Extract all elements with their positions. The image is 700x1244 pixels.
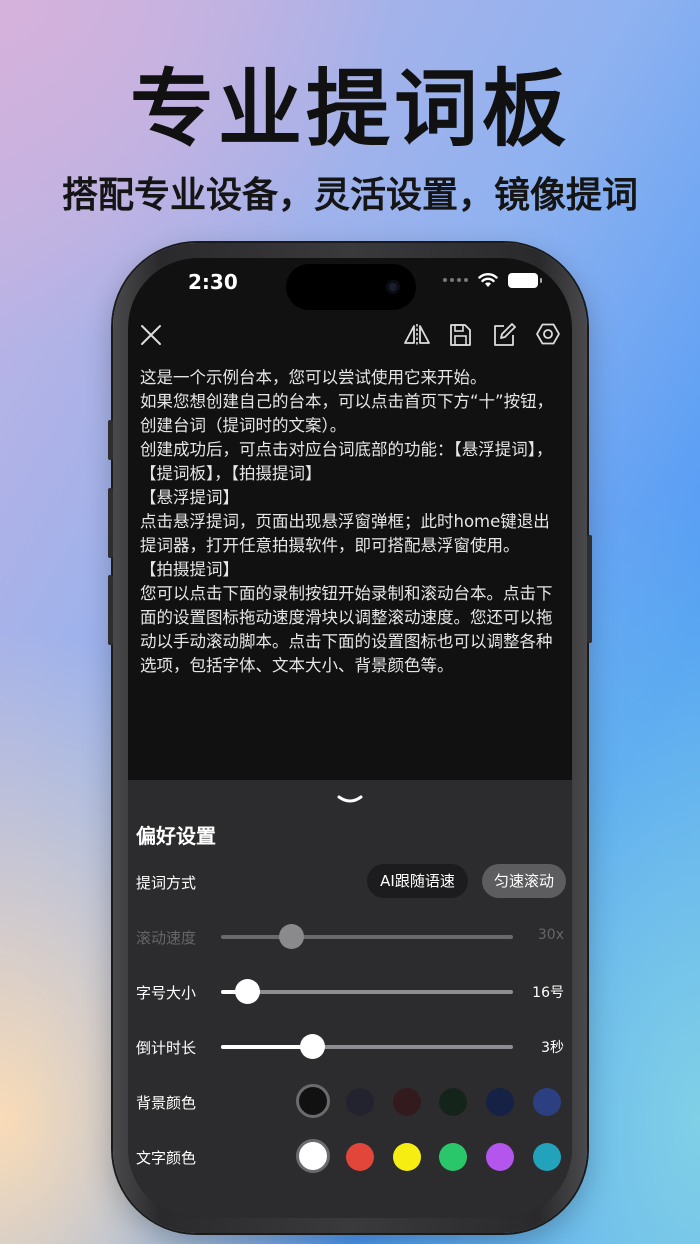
color-swatch[interactable] [533,1088,561,1116]
color-swatch[interactable] [439,1088,468,1116]
battery-icon [508,272,542,288]
countdown-slider[interactable] [221,1034,513,1059]
phone-power-button [587,535,592,643]
color-swatch[interactable] [345,1143,374,1171]
front-camera-icon [386,280,400,294]
speed-value: 30x [537,927,564,943]
color-swatch[interactable] [486,1143,515,1171]
wifi-icon [478,273,498,287]
font-size-value: 16号 [532,985,564,1001]
mode-ai-follow-button[interactable]: AI跟随语速 [367,864,468,898]
background-color-swatches [296,1082,571,1122]
dynamic-island [286,264,416,310]
teleprompter-toolbar [128,320,572,356]
mode-constant-scroll-button[interactable]: 匀速滚动 [482,864,566,898]
speed-slider[interactable] [221,924,513,949]
countdown-slider-fill [221,1045,312,1049]
color-swatch[interactable] [392,1143,421,1171]
background-color-row: 背景颜色 [136,1082,564,1122]
font-size-row: 字号大小 16号 [136,972,564,1012]
promo-headline: 专业提词板 [129,60,570,158]
countdown-value: 3秒 [541,1040,564,1056]
font-size-slider-thumb[interactable] [235,979,261,1004]
color-swatch[interactable] [392,1088,421,1116]
countdown-slider-thumb[interactable] [299,1034,325,1059]
text-color-label: 文字颜色 [136,1149,197,1167]
text-color-swatches [296,1137,571,1177]
close-icon[interactable] [136,320,166,350]
edit-icon[interactable] [489,320,519,350]
color-swatch[interactable] [439,1143,468,1171]
mirror-icon[interactable] [402,320,432,350]
script-paragraph: 点击悬浮提词，页面出现悬浮窗弹框；此时home键退出提词器，打开任意拍摄软件，即… [140,512,550,555]
script-paragraph: 如果您想创建自己的台本，可以点击首页下方“十”按钮，创建台词（提词时的文案）。 [140,392,554,435]
script-paragraph: 【拍摄提词】 [140,560,239,579]
speed-slider-thumb[interactable] [279,924,305,949]
phone-action-button [108,420,113,460]
color-swatch[interactable] [296,1084,330,1118]
mode-label: 提词方式 [136,874,197,892]
signal-icon [443,278,468,282]
phone-screen: 2:30 这是一个示例台本，您可以尝试使用它来开始。 如果您想创建自己的台本，可… [128,258,572,1218]
chevron-down-icon[interactable] [335,792,365,808]
script-paragraph: 【悬浮提词】 [140,488,239,507]
status-time: 2:30 [188,270,238,294]
color-swatch[interactable] [486,1088,515,1116]
promo-subline: 搭配专业设备，灵活设置，镜像提词 [61,175,638,216]
font-size-label: 字号大小 [136,984,197,1002]
phone-volume-down-button [108,575,113,645]
font-size-slider[interactable] [221,979,513,1004]
countdown-row: 倒计时长 3秒 [136,1027,564,1067]
speed-label: 滚动速度 [136,929,197,947]
script-paragraph: 这是一个示例台本，您可以尝试使用它来开始。 [140,368,487,387]
panel-title: 偏好设置 [136,824,216,848]
background-color-label: 背景颜色 [136,1094,197,1112]
mode-row: 提词方式 AI跟随语速 匀速滚动 [136,862,566,902]
status-indicators [443,272,542,288]
settings-icon[interactable] [533,320,563,350]
script-text[interactable]: 这是一个示例台本，您可以尝试使用它来开始。 如果您想创建自己的台本，可以点击首页… [140,366,560,678]
text-color-row: 文字颜色 [136,1137,564,1177]
script-paragraph: 创建成功后，可点击对应台词底部的功能：【悬浮提词】，【提词板】，【拍摄提词】 [140,440,553,483]
speed-row: 滚动速度 30x [136,917,564,957]
phone-volume-up-button [108,488,113,558]
color-swatch[interactable] [345,1088,374,1116]
preferences-panel: 偏好设置 提词方式 AI跟随语速 匀速滚动 滚动速度 30x 字号大小 16号 … [128,780,572,1218]
script-paragraph: 您可以点击下面的录制按钮开始录制和滚动台本。点击下面的设置图标拖动速度滑块以调整… [140,584,553,675]
save-icon[interactable] [445,320,475,350]
countdown-label: 倒计时长 [136,1039,197,1057]
color-swatch[interactable] [296,1139,330,1173]
color-swatch[interactable] [533,1143,561,1171]
